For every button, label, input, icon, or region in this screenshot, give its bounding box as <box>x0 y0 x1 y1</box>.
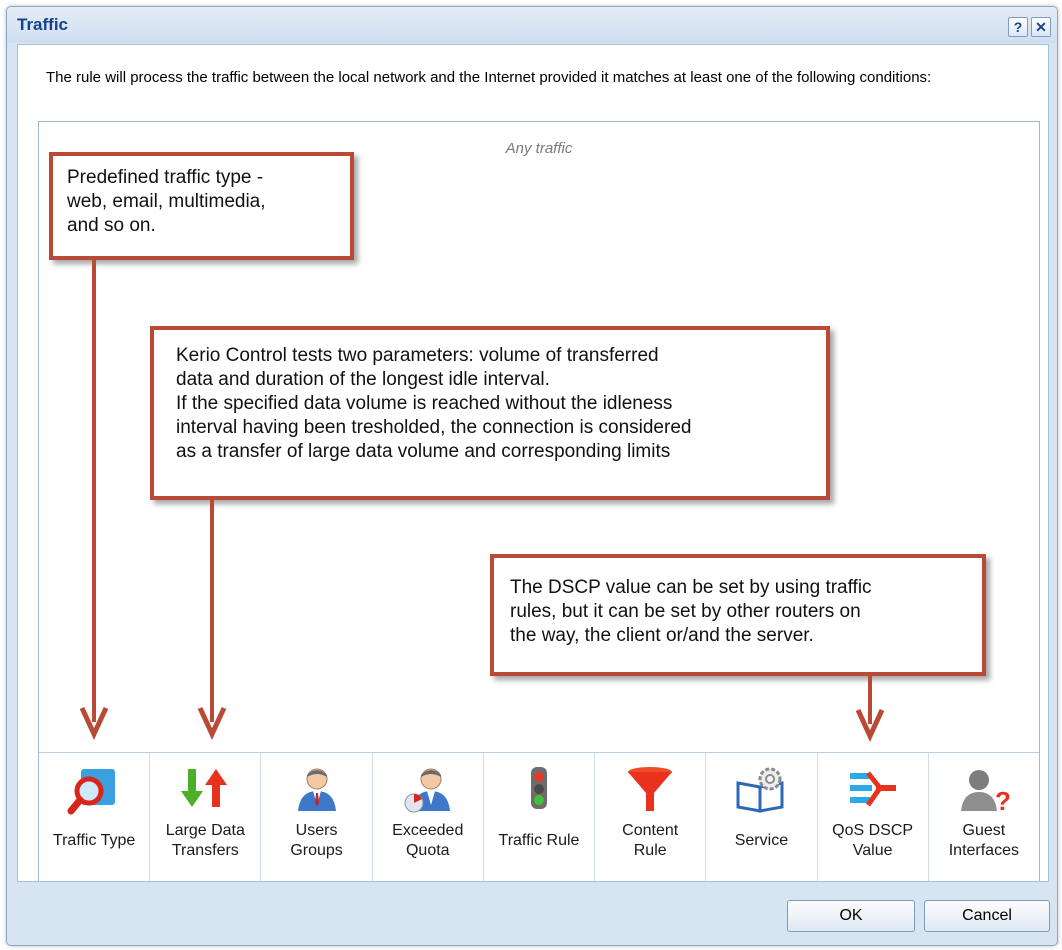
condition-label: Content Rule <box>622 822 679 859</box>
callout-line: rules, but it can be set by other router… <box>510 601 861 622</box>
dialog-content: The rule will process the traffic betwee… <box>17 44 1049 882</box>
arrow-dscp <box>855 676 885 742</box>
svg-text:?: ? <box>995 786 1011 816</box>
dialog-title: Traffic <box>17 15 69 34</box>
condition-label: Users Groups <box>290 822 343 859</box>
condition-qos-dscp-value[interactable]: QoS DSCP Value <box>818 753 929 881</box>
qos-dscp-icon <box>849 771 896 807</box>
condition-exceeded-quota[interactable]: Exceeded Quota <box>373 753 484 881</box>
condition-label: QoS DSCP Value <box>832 822 914 859</box>
condition-service[interactable]: Service <box>706 753 818 881</box>
callout-line: Predefined traffic type - <box>67 167 264 188</box>
condition-label: Traffic Type <box>52 832 136 849</box>
callout-line: interval having been tresholded, the con… <box>176 417 692 438</box>
intro-text: The rule will process the traffic betwee… <box>46 69 932 86</box>
condition-large-data-transfers[interactable]: Large Data Transfers <box>150 753 262 881</box>
callout-line: Kerio Control tests two parameters: volu… <box>176 345 659 366</box>
callout-line: web, email, multimedia, <box>67 191 266 212</box>
callout-line: and so on. <box>67 215 156 236</box>
condition-traffic-type[interactable]: Traffic Type <box>39 753 151 881</box>
traffic-type-icon <box>67 769 116 815</box>
callout-line: data and duration of the longest idle in… <box>176 369 550 390</box>
callout-line: The DSCP value can be set by using traff… <box>510 577 872 598</box>
conditions-panel: Any traffic Predefined traffic type - we… <box>38 121 1040 881</box>
users-groups-icon <box>297 768 336 811</box>
help-button[interactable]: ? <box>1008 17 1028 37</box>
callout-traffic-type: Predefined traffic type - web, email, mu… <box>49 152 354 260</box>
condition-guest-interfaces[interactable]: ? Guest Interfaces <box>929 753 1039 881</box>
callout-line: as a transfer of large data volume and c… <box>176 441 671 462</box>
condition-traffic-rule[interactable]: Traffic Rule <box>484 753 596 881</box>
callout-line: If the specified data volume is reached … <box>176 393 673 414</box>
traffic-rule-icon <box>530 767 547 809</box>
service-icon <box>736 767 784 813</box>
callout-dscp: The DSCP value can be set by using traff… <box>490 554 986 676</box>
ok-button[interactable]: OK <box>787 900 915 932</box>
arrow-traffic-type <box>79 260 109 740</box>
condition-label: Guest Interfaces <box>948 822 1019 859</box>
traffic-dialog: Traffic ? ✕ The rule will process the tr… <box>6 6 1058 946</box>
condition-label: Service <box>734 832 789 849</box>
large-data-transfers-icon <box>181 769 228 807</box>
close-button[interactable]: ✕ <box>1031 17 1051 37</box>
callout-large-data: Kerio Control tests two parameters: volu… <box>150 326 830 500</box>
condition-users-groups[interactable]: Users Groups <box>261 753 373 881</box>
arrow-large-data <box>197 500 227 740</box>
content-rule-icon <box>628 767 673 811</box>
condition-label: Exceeded Quota <box>392 822 464 859</box>
exceeded-quota-icon <box>404 768 450 813</box>
condition-icon-bar: Traffic Type Large Data Transfers Users … <box>39 752 1039 881</box>
cancel-button[interactable]: Cancel <box>924 900 1050 932</box>
title-bar[interactable]: Traffic ? ✕ <box>7 7 1057 43</box>
condition-label: Traffic Rule <box>498 832 580 849</box>
condition-label: Large Data Transfers <box>165 822 245 859</box>
callout-line: the way, the client or/and the server. <box>510 625 814 646</box>
condition-content-rule[interactable]: Content Rule <box>595 753 707 881</box>
guest-interfaces-icon: ? <box>960 770 1011 816</box>
